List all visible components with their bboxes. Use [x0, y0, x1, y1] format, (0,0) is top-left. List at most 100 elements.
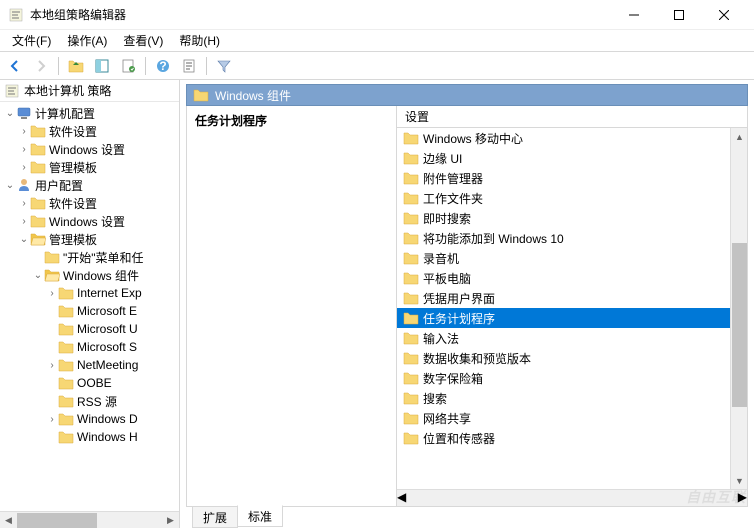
- folder-icon: [403, 250, 419, 266]
- list-item-label: 凭据用户界面: [423, 290, 495, 307]
- menu-bar: 文件(F) 操作(A) 查看(V) 帮助(H): [0, 30, 754, 52]
- list-item[interactable]: 即时搜索: [397, 208, 730, 228]
- tree-hscroll[interactable]: ◀ ▶: [0, 511, 179, 528]
- folder-icon: [30, 213, 46, 229]
- list-item-label: 网络共享: [423, 410, 471, 427]
- tree-node-start-menu[interactable]: "开始"菜单和任: [0, 248, 179, 266]
- collapse-icon[interactable]: ⌄: [32, 270, 44, 281]
- back-button[interactable]: [4, 55, 26, 77]
- menu-view[interactable]: 查看(V): [115, 30, 171, 51]
- list-item[interactable]: 将功能添加到 Windows 10: [397, 228, 730, 248]
- folder-open-icon: [44, 267, 60, 283]
- expand-icon[interactable]: ›: [46, 288, 58, 299]
- tree-node-ms-u[interactable]: Microsoft U: [0, 320, 179, 338]
- close-button[interactable]: [701, 1, 746, 29]
- folder-icon: [403, 290, 419, 306]
- expand-icon[interactable]: ›: [18, 216, 30, 227]
- scroll-left-icon[interactable]: ◀: [397, 490, 406, 506]
- tree-node-windows-components[interactable]: ⌄Windows 组件: [0, 266, 179, 284]
- tree-node-computer-config[interactable]: ⌄计算机配置: [0, 104, 179, 122]
- list-item[interactable]: 输入法: [397, 328, 730, 348]
- list-item[interactable]: Windows 移动中心: [397, 128, 730, 148]
- menu-action[interactable]: 操作(A): [59, 30, 115, 51]
- tree-node-oobe[interactable]: OOBE: [0, 374, 179, 392]
- tab-standard[interactable]: 标准: [237, 505, 283, 527]
- expand-icon[interactable]: ›: [18, 144, 30, 155]
- list-item[interactable]: 录音机: [397, 248, 730, 268]
- scroll-right-icon[interactable]: ▶: [738, 490, 747, 506]
- folder-icon: [403, 310, 419, 326]
- folder-icon: [403, 170, 419, 186]
- computer-icon: [16, 105, 32, 121]
- filter-button[interactable]: [213, 55, 235, 77]
- list-item[interactable]: 任务计划程序: [397, 308, 730, 328]
- list-item-label: 将功能添加到 Windows 10: [423, 230, 564, 247]
- expand-icon[interactable]: ›: [46, 360, 58, 371]
- scroll-up-icon[interactable]: ▲: [731, 128, 747, 145]
- forward-button[interactable]: [30, 55, 52, 77]
- tree-node-netmeeting[interactable]: ›NetMeeting: [0, 356, 179, 374]
- list-item[interactable]: 边缘 UI: [397, 148, 730, 168]
- minimize-button[interactable]: [611, 1, 656, 29]
- scroll-down-icon[interactable]: ▼: [731, 472, 747, 489]
- menu-help[interactable]: 帮助(H): [171, 30, 228, 51]
- list-item[interactable]: 位置和传感器: [397, 428, 730, 448]
- scroll-left-icon[interactable]: ◀: [0, 512, 17, 529]
- tree-node-user-config[interactable]: ⌄用户配置: [0, 176, 179, 194]
- folder-icon: [403, 210, 419, 226]
- list-item[interactable]: 凭据用户界面: [397, 288, 730, 308]
- expand-icon[interactable]: ›: [18, 126, 30, 137]
- list-hscroll[interactable]: ◀ ▶: [397, 489, 747, 506]
- folder-icon: [403, 190, 419, 206]
- show-pane-button[interactable]: [91, 55, 113, 77]
- collapse-icon[interactable]: ⌄: [4, 180, 16, 191]
- options-button[interactable]: [178, 55, 200, 77]
- tree-node-ms-s[interactable]: Microsoft S: [0, 338, 179, 356]
- folder-icon: [403, 410, 419, 426]
- list-item[interactable]: 数据收集和预览版本: [397, 348, 730, 368]
- list-item[interactable]: 搜索: [397, 388, 730, 408]
- tab-extended[interactable]: 扩展: [192, 506, 238, 528]
- tree-node-windows-settings[interactable]: ›Windows 设置: [0, 140, 179, 158]
- list-item[interactable]: 平板电脑: [397, 268, 730, 288]
- collapse-icon[interactable]: ⌄: [18, 234, 30, 245]
- list-item[interactable]: 附件管理器: [397, 168, 730, 188]
- tree-node-software[interactable]: ›软件设置: [0, 122, 179, 140]
- expand-icon[interactable]: ›: [18, 198, 30, 209]
- tree-root[interactable]: 本地计算机 策略: [0, 80, 179, 102]
- tree-node-win-h[interactable]: Windows H: [0, 428, 179, 446]
- tree-node-rss[interactable]: RSS 源: [0, 392, 179, 410]
- list-item-label: 数字保险箱: [423, 370, 483, 387]
- list-item-label: 输入法: [423, 330, 459, 347]
- window-title: 本地组策略编辑器: [30, 6, 611, 23]
- help-button[interactable]: ?: [152, 55, 174, 77]
- list-item[interactable]: 工作文件夹: [397, 188, 730, 208]
- tree-node-win-d[interactable]: ›Windows D: [0, 410, 179, 428]
- folder-icon: [58, 393, 74, 409]
- properties-button[interactable]: [117, 55, 139, 77]
- up-button[interactable]: [65, 55, 87, 77]
- tree-node-ms-e[interactable]: Microsoft E: [0, 302, 179, 320]
- list-item-label: 位置和传感器: [423, 430, 495, 447]
- folder-icon: [30, 195, 46, 211]
- list-item[interactable]: 数字保险箱: [397, 368, 730, 388]
- list-item-label: Windows 移动中心: [423, 130, 523, 147]
- expand-icon[interactable]: ›: [18, 162, 30, 173]
- tree-root-label: 本地计算机 策略: [24, 82, 111, 99]
- tree-node-admin-templates[interactable]: ›管理模板: [0, 158, 179, 176]
- folder-open-icon: [30, 231, 46, 247]
- tree-node-windows-settings[interactable]: ›Windows 设置: [0, 212, 179, 230]
- menu-file[interactable]: 文件(F): [4, 30, 59, 51]
- maximize-button[interactable]: [656, 1, 701, 29]
- list-item[interactable]: 网络共享: [397, 408, 730, 428]
- folder-icon: [30, 141, 46, 157]
- tree-node-admin-templates[interactable]: ⌄管理模板: [0, 230, 179, 248]
- folder-icon: [403, 350, 419, 366]
- tree-node-software[interactable]: ›软件设置: [0, 194, 179, 212]
- expand-icon[interactable]: ›: [46, 414, 58, 425]
- list-vscroll[interactable]: ▲ ▼: [730, 128, 747, 489]
- column-header-settings[interactable]: 设置: [397, 106, 747, 128]
- collapse-icon[interactable]: ⌄: [4, 108, 16, 119]
- scroll-right-icon[interactable]: ▶: [162, 512, 179, 529]
- tree-node-ie[interactable]: ›Internet Exp: [0, 284, 179, 302]
